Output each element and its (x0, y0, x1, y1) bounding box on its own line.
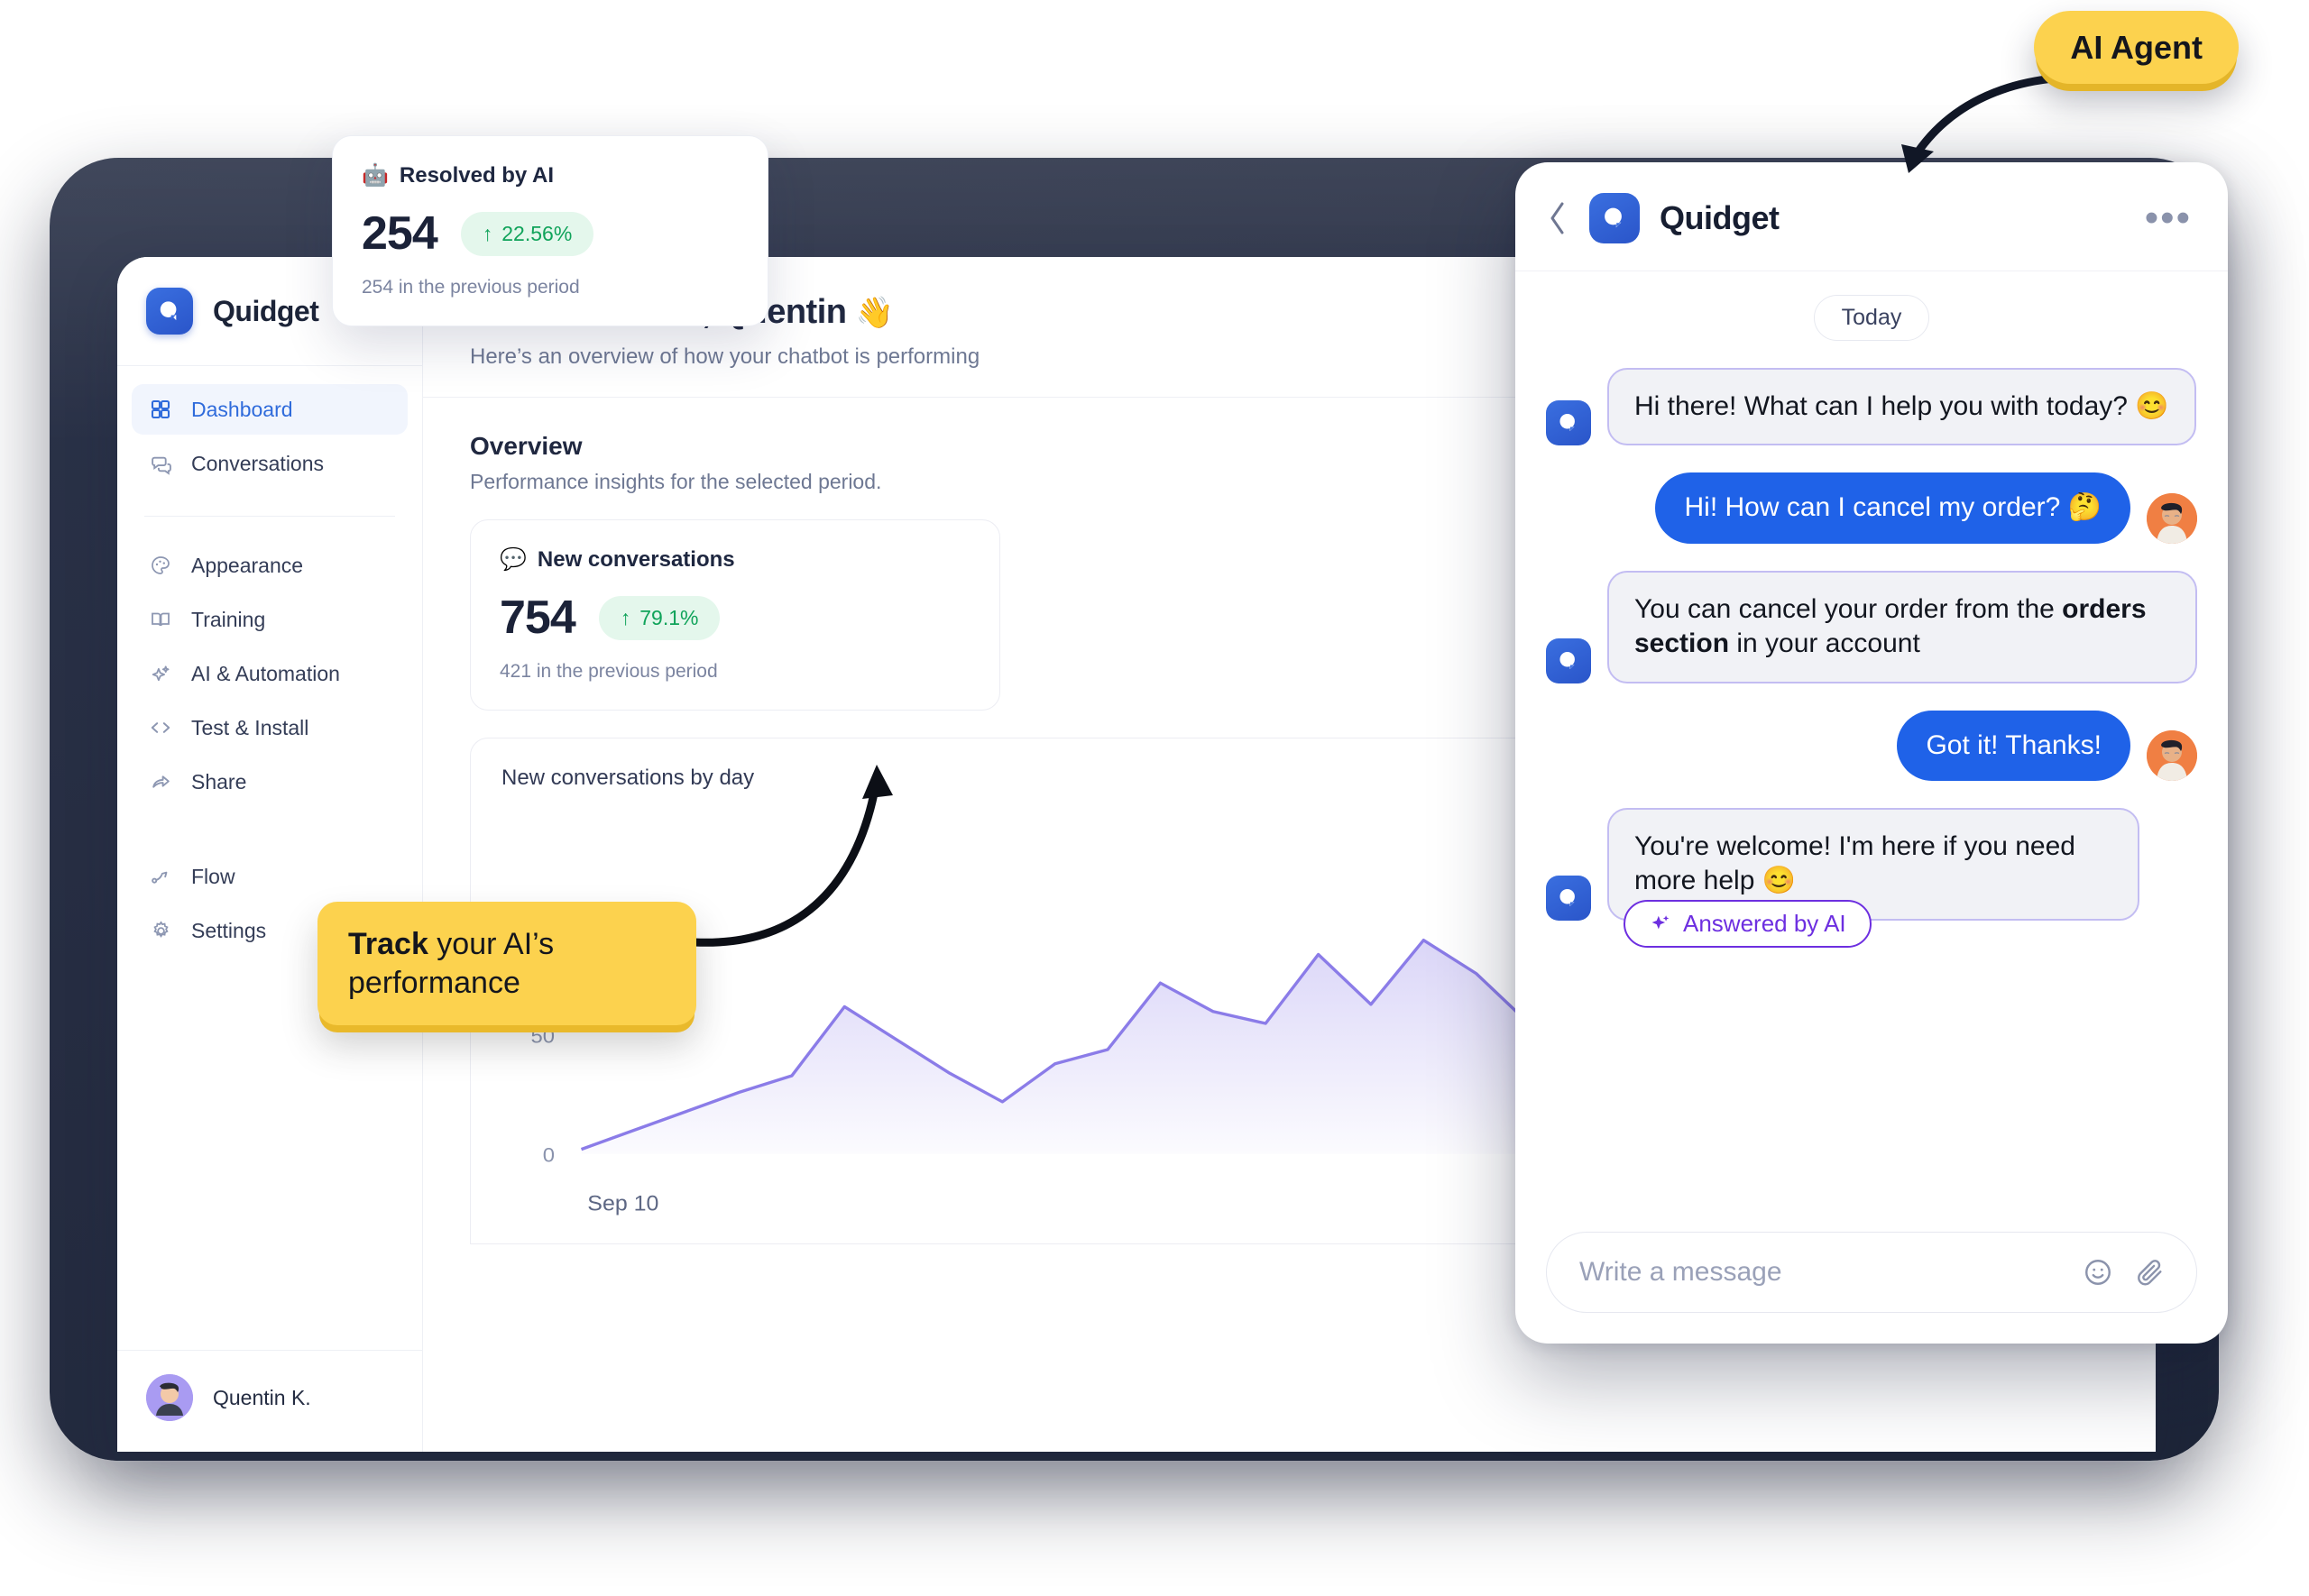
sidebar-item-appearance[interactable]: Appearance (132, 540, 408, 591)
grid-icon (148, 397, 173, 422)
nav-group-secondary: Appearance Training AI & Automation Test… (132, 537, 408, 814)
stat-card-value-row: 754 ↑ 79.1% (500, 594, 971, 641)
chart-y-tick: 0 (543, 1143, 555, 1166)
sidebar-item-label: Flow (191, 864, 235, 888)
code-icon (148, 715, 173, 740)
sidebar-item-label: Settings (191, 918, 267, 942)
flow-icon (148, 864, 173, 889)
overview-subtitle: Performance insights for the selected pe… (470, 470, 882, 493)
sidebar-item-flow[interactable]: Flow (132, 851, 408, 902)
chat-message-bot: Hi there! What can I help you with today… (1546, 368, 2197, 446)
overview-title: Overview (470, 432, 583, 460)
more-horizontal-icon[interactable]: ••• (2145, 198, 2192, 238)
stat-card-header: 💬 New conversations (500, 547, 971, 573)
stat-card-footnote: 254 in the previous period (362, 277, 580, 298)
book-icon (148, 607, 173, 632)
stat-card-new-conversations[interactable]: 💬 New conversations 754 ↑ 79.1% 421 in t… (470, 519, 1001, 711)
screenshot-stage: Quidget Dashboard Conversations Appearan… (0, 0, 2309, 1596)
message-bubble: You can cancel your order from the order… (1607, 570, 2197, 683)
avatar (146, 1374, 193, 1421)
stat-card-delta: 22.56% (501, 221, 573, 245)
sparkles-icon (148, 661, 173, 686)
chart-x-tick: Sep 10 (587, 1192, 658, 1215)
trend-up-icon: ↑ (482, 221, 493, 245)
stat-card-title: New conversations (537, 547, 735, 572)
user-avatar (2147, 492, 2197, 544)
sidebar-item-label: Test & Install (191, 715, 309, 739)
bot-avatar (1546, 400, 1591, 446)
sidebar-item-ai-automation[interactable]: AI & Automation (132, 648, 408, 699)
share-arrow-icon (148, 769, 173, 794)
sidebar-item-conversations[interactable]: Conversations (132, 438, 408, 489)
chat-message-bot: You can cancel your order from the order… (1546, 570, 2197, 683)
answered-by-ai-badge: Answered by AI (1624, 900, 1872, 949)
message-text-segment: in your account (1729, 628, 1920, 659)
track-performance-callout: Track your AI’s performance (317, 902, 696, 1025)
nav-divider (144, 516, 395, 517)
gear-icon (148, 918, 173, 943)
message-bubble: Got it! Thanks! (1897, 710, 2130, 781)
sidebar-item-label: Dashboard (191, 397, 293, 421)
sidebar-user-name: Quentin K. (213, 1385, 311, 1409)
answered-by-ai-label: Answered by AI (1683, 910, 1846, 938)
stat-card-value-row: 254 ↑ 22.56% (362, 210, 739, 257)
ai-agent-callout: AI Agent (2034, 11, 2239, 84)
chat-message-user: Got it! Thanks! (1546, 710, 2197, 781)
chat-message-user: Hi! How can I cancel my order? 🤔 (1546, 472, 2197, 544)
user-avatar (2147, 729, 2197, 781)
sidebar-item-training[interactable]: Training (132, 594, 408, 645)
chart-y-tick: 50 (531, 1024, 555, 1047)
status-badge: ↑ 79.1% (598, 595, 721, 640)
chat-footer (1515, 1232, 2228, 1344)
speech-balloon-emoji: 💬 (500, 547, 527, 572)
sparkle-icon (1649, 913, 1672, 936)
chat-title: Quidget (1660, 199, 1780, 236)
chat-messages: Today Hi there! What can I help you with… (1515, 271, 2228, 1232)
bot-avatar (1546, 637, 1591, 683)
chat-bubbles-icon (148, 451, 173, 476)
sidebar-item-label: Conversations (191, 451, 325, 475)
sidebar-item-dashboard[interactable]: Dashboard (132, 384, 408, 435)
sidebar-item-label: Share (191, 769, 247, 793)
stat-card-value: 754 (500, 592, 576, 644)
sidebar-item-share[interactable]: Share (132, 757, 408, 807)
message-input[interactable] (1578, 1256, 2061, 1289)
robot-emoji: 🤖 (362, 163, 389, 188)
sidebar-user[interactable]: Quentin K. (117, 1350, 422, 1452)
sidebar-item-label: AI & Automation (191, 661, 340, 685)
quidget-logo-icon (1589, 193, 1640, 243)
brand-name: Quidget (213, 294, 319, 327)
sidebar: Quidget Dashboard Conversations Appearan… (117, 257, 423, 1452)
stat-card-value: 254 (362, 207, 438, 260)
callout-bold-word: Track (348, 927, 428, 961)
stat-card-footnote: 421 in the previous period (500, 661, 718, 682)
trend-up-icon: ↑ (620, 605, 631, 629)
overview-heading: Overview Performance insights for the se… (470, 432, 881, 494)
nav-group-primary: Dashboard Conversations (132, 381, 408, 496)
sidebar-nav: Dashboard Conversations Appearance Train… (117, 366, 422, 963)
sidebar-item-test-install[interactable]: Test & Install (132, 702, 408, 753)
bot-avatar (1546, 875, 1591, 921)
sidebar-item-label: Training (191, 607, 266, 631)
message-text-segment: You can cancel your order from the (1634, 593, 2063, 624)
chat-widget: Quidget ••• Today Hi there! What can I h… (1515, 162, 2228, 1344)
message-bubble: Hi there! What can I help you with today… (1607, 368, 2196, 446)
status-badge: ↑ 22.56% (460, 211, 594, 256)
stat-card-title: Resolved by AI (399, 163, 555, 188)
chevron-left-icon[interactable] (1546, 198, 1569, 238)
stat-card-header: 🤖 Resolved by AI (362, 163, 739, 188)
stat-card-delta: 79.1% (639, 605, 699, 629)
paperclip-icon[interactable] (2135, 1257, 2166, 1288)
sidebar-item-label: Appearance (191, 553, 304, 577)
ai-agent-label: AI Agent (2070, 29, 2203, 66)
wave-emoji: 👋 (855, 296, 894, 330)
day-divider: Today (1813, 295, 1930, 341)
quidget-logo-icon (146, 288, 193, 335)
palette-icon (148, 553, 173, 578)
message-composer (1546, 1232, 2197, 1313)
stat-card-resolved-by-ai[interactable]: 🤖 Resolved by AI 254 ↑ 22.56% 254 in the… (332, 135, 768, 326)
chat-header: Quidget ••• (1515, 162, 2228, 271)
message-bubble: Hi! How can I cancel my order? 🤔 (1655, 472, 2130, 544)
smiley-icon[interactable] (2083, 1257, 2113, 1288)
